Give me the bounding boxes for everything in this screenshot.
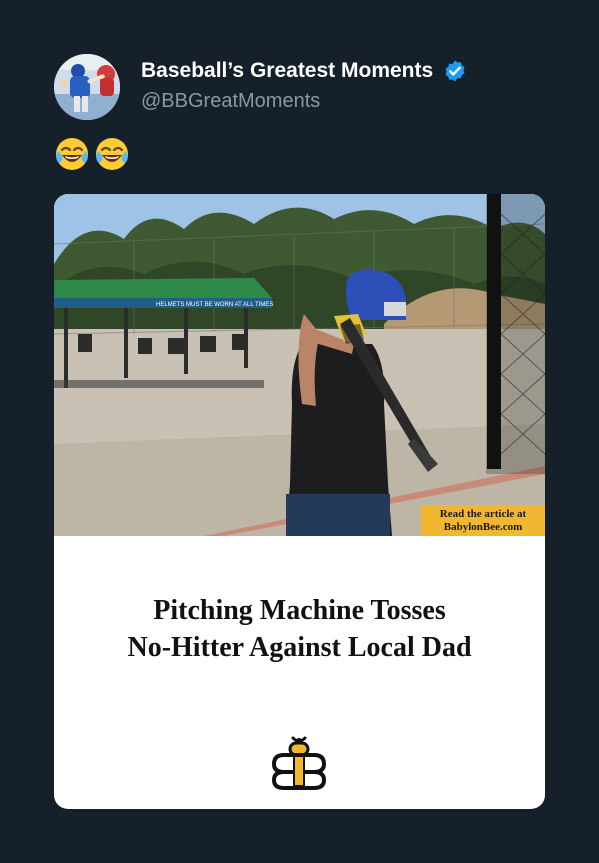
tweet[interactable]: Baseball’s Greatest Moments @BBGreatMome… (0, 0, 599, 863)
cta-line-1: Read the article at (439, 508, 527, 520)
display-name[interactable]: Baseball’s Greatest Moments (141, 59, 433, 83)
batting-cage-sign: HELMETS MUST BE WORN AT ALL TIMES (156, 302, 273, 308)
headline-line-1: Pitching Machine Tosses (153, 595, 446, 626)
face-with-tears-of-joy-icon (56, 138, 88, 170)
cta-line-2: BabylonBee.com (443, 521, 523, 533)
babylon-bee-logo-icon (271, 736, 327, 790)
face-with-tears-of-joy-icon (96, 138, 128, 170)
tweet-text (54, 136, 130, 176)
link-card[interactable]: HELMETS MUST BE WORN AT ALL TIMES Read t… (54, 194, 545, 809)
avatar[interactable] (54, 54, 120, 120)
article-headline[interactable]: Pitching Machine Tosses No-Hitter Agains… (54, 592, 545, 666)
batter-at-batting-cage-photo[interactable]: HELMETS MUST BE WORN AT ALL TIMES (54, 194, 545, 536)
read-article-badge[interactable]: Read the article at BabylonBee.com (421, 505, 545, 536)
verified-badge-icon (445, 60, 465, 82)
headline-line-2: No-Hitter Against Local Dad (127, 632, 472, 663)
baseball-player-avatar-icon (54, 54, 120, 120)
author-name-row[interactable]: Baseball’s Greatest Moments (141, 58, 467, 84)
author-handle[interactable]: @BBGreatMoments (141, 90, 320, 113)
